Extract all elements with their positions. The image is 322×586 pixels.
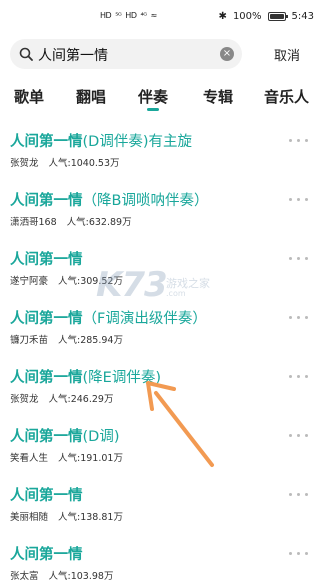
item-popularity: 人气:1040.53万 bbox=[48, 158, 120, 169]
list-item[interactable]: 人间第一情（降B调唢呐伴奏） 潇洒哥168 人气:632.89万 bbox=[0, 179, 322, 238]
more-icon[interactable] bbox=[289, 257, 308, 260]
item-popularity: 人气:246.29万 bbox=[48, 394, 114, 405]
list-item[interactable]: 人间第一情(D调伴奏)有主旋张贺龙 人气:1040.53万 bbox=[0, 120, 322, 179]
5g-signal-icon: ⁵ᴳ bbox=[115, 11, 122, 20]
list-item[interactable]: 人间第一情美丽相随 人气:138.81万 bbox=[0, 474, 322, 533]
item-title: 人间第一情 bbox=[10, 484, 83, 505]
item-meta: 张太富 人气:103.98万 bbox=[10, 568, 113, 582]
item-author: 美丽相随 bbox=[10, 512, 49, 523]
search-bar: 人间第一情 × 取消 bbox=[0, 36, 322, 70]
item-title: 人间第一情(降E调伴奏) bbox=[10, 366, 161, 387]
list-item[interactable]: 人间第一情张太富 人气:103.98万 bbox=[0, 533, 322, 586]
item-popularity: 人气:138.81万 bbox=[58, 512, 123, 523]
battery-icon bbox=[267, 12, 288, 21]
item-meta: 笑看人生 人气:191.01万 bbox=[10, 450, 123, 464]
item-author: 镰刀禾苗 bbox=[10, 335, 49, 346]
item-title-highlight: 人间第一情 bbox=[10, 252, 83, 268]
hd-indicator: HD bbox=[100, 11, 112, 20]
tab-musician[interactable]: 音乐人 bbox=[264, 86, 309, 107]
wifi-icon: ≈ bbox=[150, 11, 158, 20]
search-query: 人间第一情 bbox=[38, 48, 108, 64]
search-input[interactable]: 人间第一情 × bbox=[10, 39, 242, 69]
more-icon[interactable] bbox=[289, 434, 308, 437]
item-title-highlight: 人间第一情 bbox=[10, 429, 83, 445]
more-icon[interactable] bbox=[289, 552, 308, 555]
tab-accompaniment[interactable]: 伴奏 bbox=[138, 86, 168, 107]
clock: 5:43 bbox=[291, 11, 314, 22]
battery-percent: 100% bbox=[232, 11, 262, 22]
tab-playlist[interactable]: 歌单 bbox=[14, 86, 44, 107]
item-title-highlight: 人间第一情 bbox=[10, 547, 83, 563]
annotation-arrow bbox=[146, 381, 214, 467]
more-icon[interactable] bbox=[289, 139, 308, 142]
item-title-rest: (D调) bbox=[82, 429, 120, 445]
item-author: 遂宁阿豪 bbox=[10, 276, 49, 287]
active-tab-indicator bbox=[147, 108, 159, 111]
item-popularity: 人气:632.89万 bbox=[66, 217, 132, 228]
item-title: 人间第一情 bbox=[10, 543, 83, 564]
cancel-button[interactable]: 取消 bbox=[274, 45, 300, 64]
item-title-highlight: 人间第一情 bbox=[10, 193, 83, 209]
item-title: 人间第一情（降B调唢呐伴奏） bbox=[10, 189, 208, 210]
item-title-highlight: 人间第一情 bbox=[10, 134, 83, 150]
more-icon[interactable] bbox=[289, 316, 308, 319]
item-author: 潇洒哥168 bbox=[10, 217, 57, 228]
item-meta: 张贺龙 人气:1040.53万 bbox=[10, 155, 120, 169]
status-bar: HD ⁵ᴳ HD ⁴ᴳ ≈ ✱ 100% 5:43 bbox=[0, 0, 322, 36]
hd-indicator-2: HD bbox=[125, 11, 137, 20]
clear-icon[interactable]: × bbox=[220, 47, 234, 61]
network-indicators: HD ⁵ᴳ HD ⁴ᴳ ≈ bbox=[100, 11, 157, 20]
item-title: 人间第一情 bbox=[10, 248, 83, 269]
item-author: 张太富 bbox=[10, 571, 39, 582]
item-author: 笑看人生 bbox=[10, 453, 49, 464]
watermark-logo: K73 游戏之家 .com bbox=[96, 265, 210, 305]
item-title-highlight: 人间第一情 bbox=[10, 488, 83, 504]
more-icon[interactable] bbox=[289, 198, 308, 201]
item-title-highlight: 人间第一情 bbox=[10, 370, 83, 386]
item-author: 张贺龙 bbox=[10, 394, 39, 405]
item-title-highlight: 人间第一情 bbox=[10, 311, 83, 327]
item-popularity: 人气:191.01万 bbox=[58, 453, 123, 464]
bluetooth-icon: ✱ bbox=[218, 11, 227, 22]
item-author: 张贺龙 bbox=[10, 158, 39, 169]
item-meta: 镰刀禾苗 人气:285.94万 bbox=[10, 332, 123, 346]
item-meta: 美丽相随 人气:138.81万 bbox=[10, 509, 123, 523]
tab-album[interactable]: 专辑 bbox=[203, 86, 233, 107]
item-title: 人间第一情(D调) bbox=[10, 425, 119, 446]
search-icon bbox=[19, 47, 33, 61]
item-meta: 潇洒哥168 人气:632.89万 bbox=[10, 214, 132, 228]
item-title-rest: （降B调唢呐伴奏） bbox=[82, 193, 209, 209]
category-tabs: 歌单 翻唱 伴奏 专辑 音乐人 bbox=[0, 82, 322, 116]
item-popularity: 人气:103.98万 bbox=[48, 571, 114, 582]
item-meta: 张贺龙 人气:246.29万 bbox=[10, 391, 113, 405]
more-icon[interactable] bbox=[289, 375, 308, 378]
item-title: 人间第一情(D调伴奏)有主旋 bbox=[10, 130, 192, 151]
status-right: ✱ 100% 5:43 bbox=[219, 11, 314, 22]
4g-signal-icon: ⁴ᴳ bbox=[140, 11, 147, 20]
tab-cover[interactable]: 翻唱 bbox=[76, 86, 106, 107]
more-icon[interactable] bbox=[289, 493, 308, 496]
item-title-rest: (D调伴奏)有主旋 bbox=[82, 134, 192, 150]
item-popularity: 人气:285.94万 bbox=[58, 335, 123, 346]
